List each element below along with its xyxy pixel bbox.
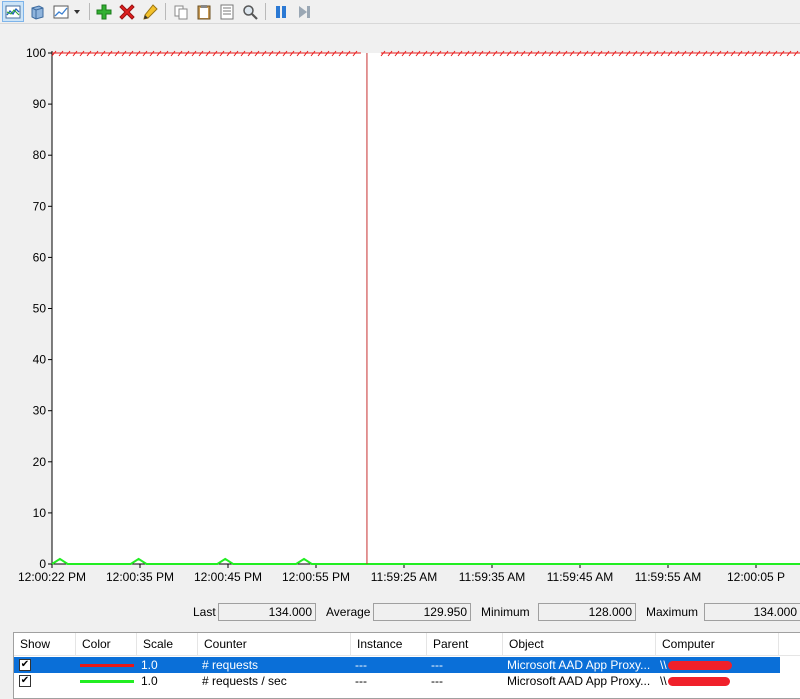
pencil-icon [143,3,158,20]
x-tick-label: 11:59:45 AM [547,570,614,584]
y-tick-label: 20 [33,455,47,469]
last-label: Last [193,605,216,619]
x-tick-label: 12:00:45 PM [194,570,262,584]
y-tick-label: 10 [33,506,47,520]
computer-name: \\ [660,658,667,672]
column-object[interactable]: Object [503,633,656,656]
delete-counter-button[interactable] [116,1,138,22]
toolbar-separator [265,3,266,20]
highlight-button[interactable] [139,1,161,22]
line-chart: 100908070605040302010012:00:22 PM 12:00:3… [18,46,800,584]
histogram-icon [31,4,44,20]
maximum-label: Maximum [646,605,699,619]
toolbar [0,0,800,24]
x-tick-label: 11:59:25 AM [371,570,438,584]
y-tick-label: 0 [39,557,46,571]
line-graph-icon [5,5,21,18]
column-instance[interactable]: Instance [351,633,427,656]
plot-background [52,53,800,564]
y-tick-label: 50 [33,302,47,316]
pause-icon [276,5,286,18]
performance-graph: 100 90 80 70 60 50 40 30 20 10 0 12:00:22 PM 12:00:3… [0,25,800,595]
clipboard-icon [197,4,211,19]
y-tick-label: 100 [26,46,46,60]
counter-name: # requests [202,658,259,672]
update-data-button[interactable] [293,1,315,22]
minimum-label: Minimum [481,605,530,619]
step-forward-icon [299,5,310,18]
y-tick-label: 70 [33,199,47,213]
counter-legend: Show Color Scale Counter Instance Parent… [13,632,800,699]
magnifier-icon [243,4,258,20]
graph-type-icon [53,5,69,18]
show-checkbox[interactable]: ✔ [19,659,31,671]
zoom-button[interactable] [239,1,261,22]
y-tick-label: 30 [33,404,47,418]
scale-value: 1.0 [141,658,158,672]
chevron-down-icon [74,9,80,14]
x-tick-label: 12:00:55 PM [282,570,350,584]
view-graph-button[interactable] [2,1,24,22]
copy-properties-button[interactable] [170,1,192,22]
object-name: Microsoft AAD App Proxy... [507,658,651,672]
paste-counter-list-button[interactable] [193,1,215,22]
show-checkbox[interactable]: ✔ [19,675,31,687]
color-swatch-red [80,664,134,667]
column-parent[interactable]: Parent [427,633,503,656]
maximum-value: 134.000 [704,603,800,621]
redaction-mark [668,677,730,686]
view-histogram-button[interactable] [26,1,48,22]
statistics-bar: Last 134.000 Average 129.950 Minimum 128… [0,601,800,625]
column-show[interactable]: Show [14,633,76,656]
plus-icon [96,4,112,19]
y-tick-label: 90 [33,97,47,111]
legend-row-requests[interactable]: ✔ 1.0 # requests --- --- Microsoft AAD A… [14,657,780,673]
y-tick-label: 80 [33,148,47,162]
x-tick-label: 12:00:22 PM [18,570,86,584]
toolbar-separator [165,3,166,20]
freeze-display-button[interactable] [270,1,292,22]
computer-name: \\ [660,674,667,688]
x-tick-label: 11:59:35 AM [459,570,526,584]
instance-value: --- [355,658,367,672]
instance-value: --- [355,674,367,688]
column-color[interactable]: Color [76,633,137,656]
color-swatch-green [80,680,134,683]
average-value: 129.950 [373,603,471,621]
x-tick-label: 11:59:55 AM [635,570,702,584]
parent-value: --- [431,674,443,688]
legend-header: Show Color Scale Counter Instance Parent… [14,633,800,656]
legend-row-requests-per-sec[interactable]: ✔ 1.0 # requests / sec --- --- Microsoft… [14,673,780,689]
delete-x-icon [119,3,135,20]
scale-value: 1.0 [141,674,158,688]
x-tick-label: 12:00:05 P [727,570,785,584]
average-label: Average [326,605,371,619]
change-graph-type-button[interactable] [50,1,72,22]
add-counter-button[interactable] [93,1,115,22]
counter-name: # requests / sec [202,674,287,688]
parent-value: --- [431,658,443,672]
toolbar-separator [89,3,90,20]
last-value: 134.000 [218,603,316,621]
x-tick-label: 12:00:35 PM [106,570,174,584]
object-name: Microsoft AAD App Proxy... [507,674,651,688]
properties-button[interactable] [216,1,238,22]
column-scale[interactable]: Scale [137,633,198,656]
properties-icon [220,4,234,19]
redaction-mark [668,661,732,670]
column-computer[interactable]: Computer [656,633,779,656]
copy-icon [174,5,188,19]
graph-type-dropdown[interactable] [70,1,84,22]
y-tick-label: 40 [33,353,47,367]
minimum-value: 128.000 [538,603,636,621]
y-tick-label: 60 [33,250,47,264]
column-counter[interactable]: Counter [198,633,351,656]
